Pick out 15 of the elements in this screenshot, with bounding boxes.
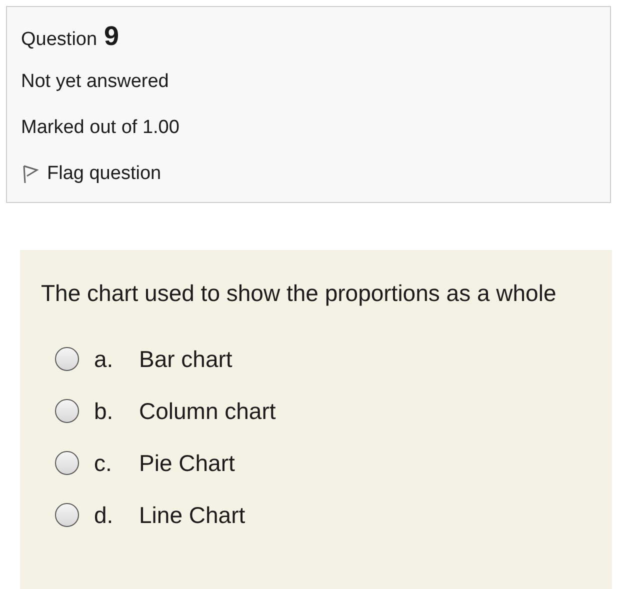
answer-option[interactable]: d. Line Chart [55,496,582,534]
flag-question-button[interactable]: Flag question [21,161,162,187]
question-text: The chart used to show the proportions as a whole [41,279,558,308]
radio-button[interactable] [55,503,79,527]
radio-button[interactable] [55,347,79,371]
question-number: 9 [104,23,120,50]
answer-option[interactable]: c. Pie Chart [55,444,582,482]
flag-icon [21,164,39,184]
radio-button[interactable] [55,399,79,423]
question-status: Not yet answered [21,70,170,94]
question-label: Question [21,28,98,52]
radio-button[interactable] [55,451,79,475]
question-marks: Marked out of 1.00 [21,116,180,140]
answer-option[interactable]: a. Bar chart [55,340,582,378]
answer-option[interactable]: b. Column chart [55,392,582,430]
